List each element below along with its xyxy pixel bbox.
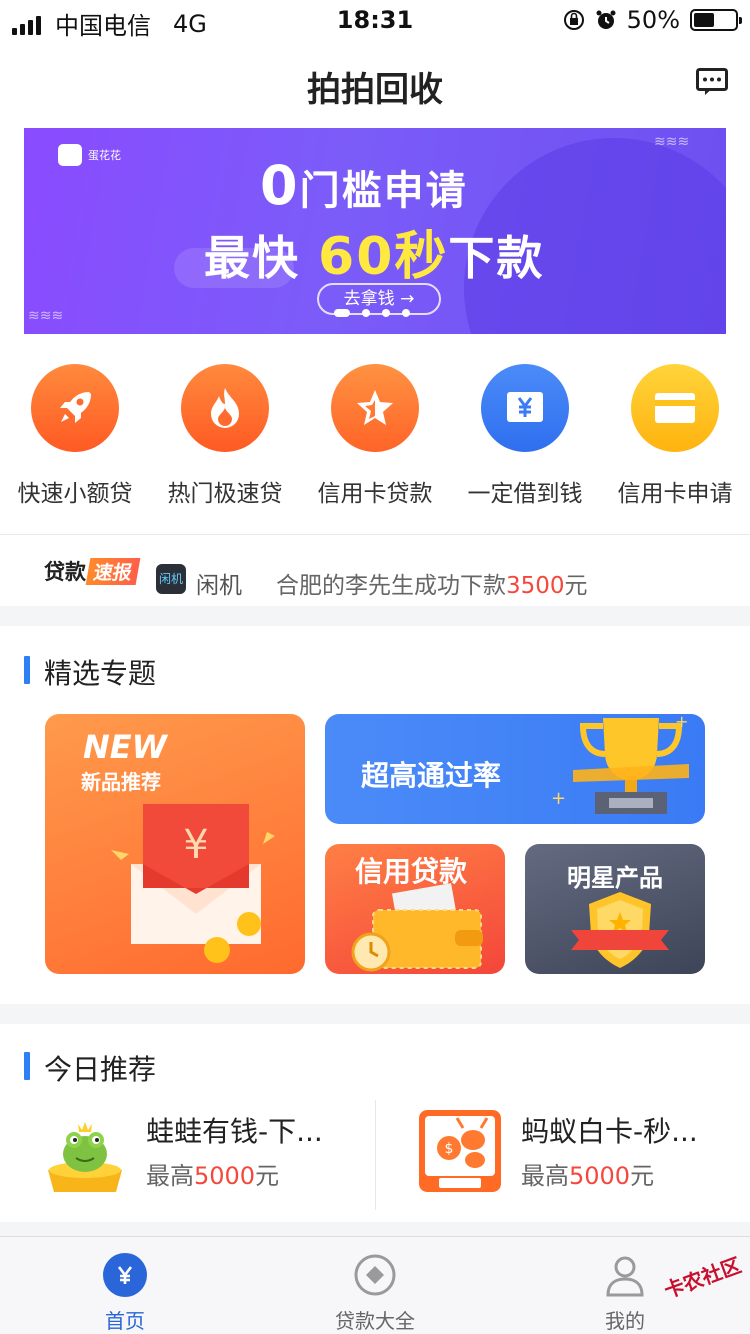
category-label: 快速小额贷 [17,481,133,507]
nav-bar: 拍拍回收 [0,40,750,128]
carousel-dot[interactable] [362,309,370,317]
section-title-today: 今日推荐 [24,1048,156,1088]
product-name: 蛙蛙有钱-下... [146,1115,323,1148]
category-label: 信用卡贷款 [317,481,433,507]
category-label: 信用卡申请 [617,481,733,507]
category-label: 一定借到钱 [467,481,583,507]
section-gap [0,606,750,626]
card-credit-loan[interactable]: 信用贷款 [325,844,505,974]
category-guaranteed-loan[interactable]: 一定借到钱 [450,364,600,514]
category-shortcuts: 快速小额贷 热门极速贷 信用卡贷款 一定借到钱 信用卡申请 [0,364,750,514]
ant-logo-icon: $ [419,1110,501,1192]
section-gap [0,1004,750,1024]
frog-logo-icon [48,1122,122,1192]
banner-logo: 蛋花花 [58,144,121,166]
tab-bar: 首页 贷款大全 我的 [0,1236,750,1334]
home-yen-icon [103,1253,147,1297]
category-credit-card-loan[interactable]: 信用卡贷款 [300,364,450,514]
banner-subheadline: 最快 60秒下款 [204,227,545,287]
tab-home[interactable]: 首页 [0,1237,250,1334]
red-envelope-icon: ¥ [111,804,275,963]
section-gap [0,1222,750,1236]
sparkle-decoration: + [551,788,567,809]
page-title: 拍拍回收 [307,70,443,110]
wave-decoration: ≋≋≋ [654,134,690,150]
svg-text:$: $ [445,1141,454,1157]
tab-label: 我的 [605,1309,645,1333]
card-star-products[interactable]: 明星产品 [525,844,705,974]
rocket-icon [31,364,119,452]
product-limit: 最高5000元 [521,1162,655,1190]
tab-label: 贷款大全 [335,1309,415,1333]
carousel-dot[interactable] [382,309,390,317]
loan-news-ticker[interactable]: 贷款 速报 闲机 闲机 合肥的李先生成功下款3500元 [0,536,750,606]
category-label: 热门极速贷 [167,481,283,507]
divider [375,1100,376,1210]
battery-icon [690,9,742,31]
app-name: 闲机 [196,573,242,599]
section-title-featured: 精选专题 [24,652,156,692]
category-hot-fast-loan[interactable]: 热门极速贷 [150,364,300,514]
category-credit-card-apply[interactable]: 信用卡申请 [600,364,750,514]
flame-icon [181,364,269,452]
card-title: NEW [83,728,167,766]
alarm-icon [596,10,616,29]
divider [0,534,750,535]
recommend-item[interactable]: 蛙蛙有钱-下... 最高5000元 [44,1100,364,1196]
card-title: 超高通过率 [361,759,502,792]
rotation-lock-icon [563,10,584,30]
wallet-icon [351,883,483,972]
card-high-pass-rate[interactable]: 超高通过率 + + [325,714,705,824]
shield-badge-icon [571,892,669,968]
banner-logo-icon [58,144,82,166]
category-quick-small-loan[interactable]: 快速小额贷 [0,364,150,514]
card-subtitle: 新品推荐 [81,770,161,794]
user-icon [603,1253,647,1297]
message-icon[interactable] [696,68,728,96]
credit-card-icon [631,364,719,452]
carousel-dots[interactable] [334,309,410,317]
product-name: 蚂蚁白卡-秒... [521,1115,698,1148]
yen-card-icon [481,364,569,452]
app-logo-icon: 闲机 [156,564,186,594]
carousel-dot[interactable] [334,309,350,317]
news-tag: 贷款 速报 [44,556,141,586]
battery-percent: 50% [626,6,680,34]
news-text: 合肥的李先生成功下款3500元 [276,573,588,599]
wave-decoration: ≋≋≋ [28,308,64,324]
loan-list-icon [353,1253,397,1297]
tab-loan-list[interactable]: 贷款大全 [250,1237,500,1334]
star-icon [331,364,419,452]
promo-banner[interactable]: ≋≋≋ ≋≋≋ 蛋花花 0门槛申请 最快 60秒下款 去拿钱 → [24,128,726,334]
carousel-dot[interactable] [402,309,410,317]
status-bar: 中国电信 4G 18:31 50% [0,0,750,40]
sparkle-decoration: + [675,714,689,731]
recommend-item[interactable]: $ 蚂蚁白卡-秒... 最高5000元 [419,1100,739,1196]
banner-headline: 0门槛申请 [260,154,468,217]
tab-label: 首页 [105,1309,145,1333]
svg-text:¥: ¥ [183,822,208,868]
product-limit: 最高5000元 [146,1162,280,1190]
card-new-products[interactable]: NEW 新品推荐 ¥ [45,714,305,974]
